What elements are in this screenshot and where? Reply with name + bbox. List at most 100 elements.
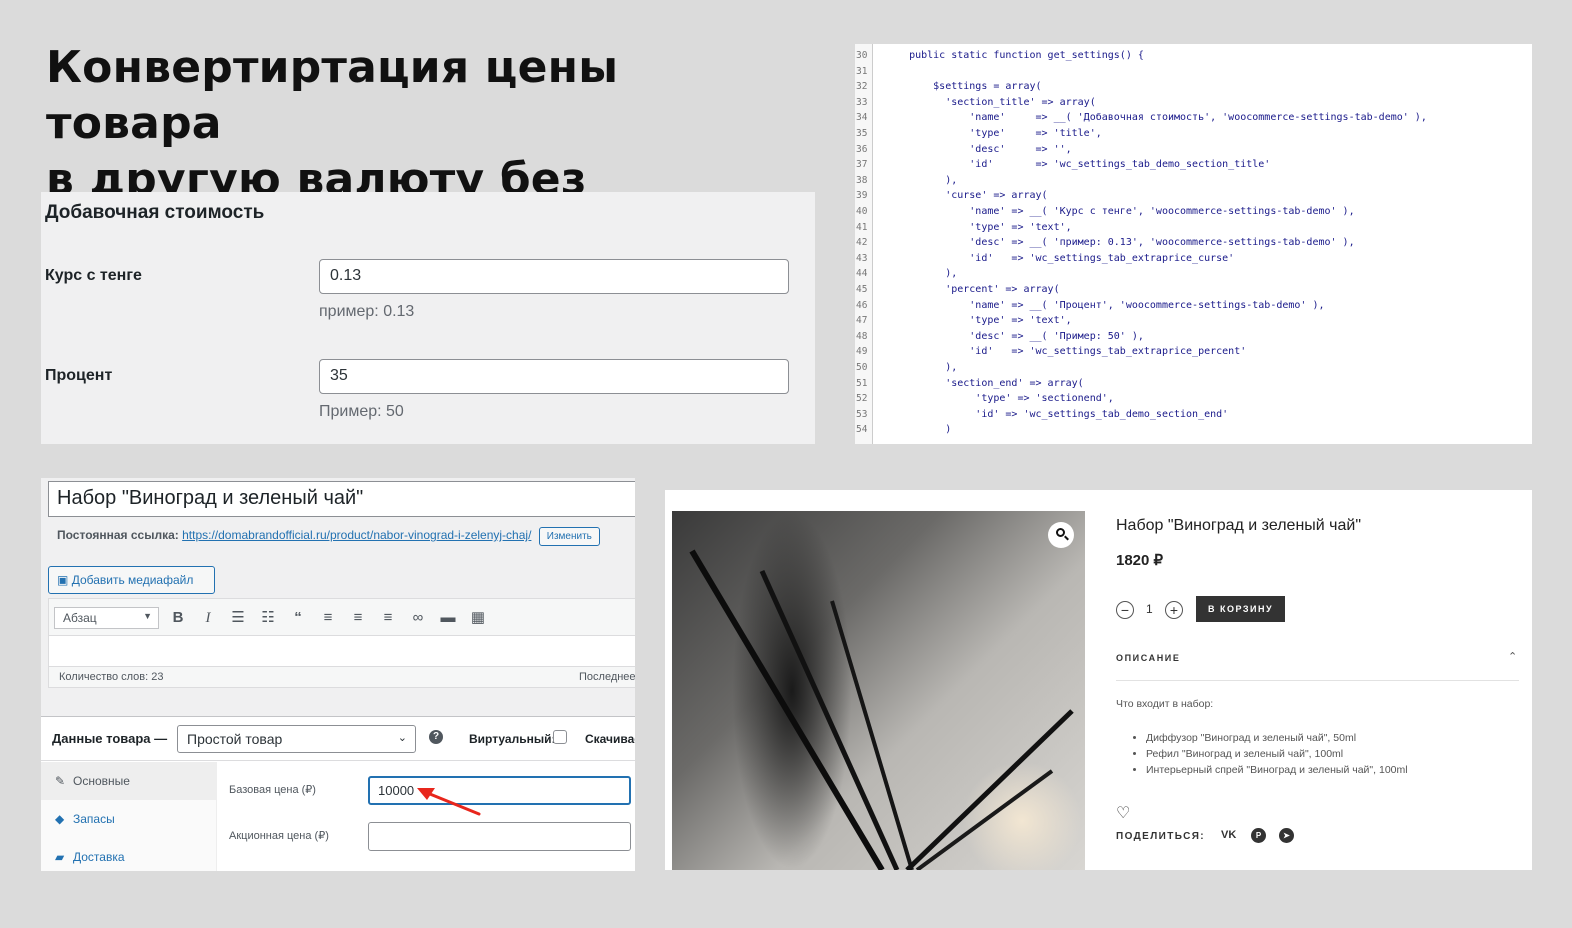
zoom-button[interactable]: [1048, 522, 1074, 548]
tab-shipping[interactable]: ▰ Доставка: [41, 838, 217, 871]
line-number: 45: [856, 284, 868, 295]
code-line: 44 ),: [855, 266, 1532, 282]
field-desc-percent: Пример: 50: [319, 403, 404, 420]
heart-icon[interactable]: ♡: [1116, 803, 1130, 823]
pinterest-icon[interactable]: P: [1251, 828, 1266, 843]
code-line: 45 'percent' => array(: [855, 282, 1532, 298]
add-media-button[interactable]: ▣ Добавить медиафайл: [48, 566, 215, 594]
code-line: 50 ),: [855, 360, 1532, 376]
minus-icon[interactable]: −: [1116, 601, 1134, 619]
permalink-edit-button[interactable]: Изменить: [538, 527, 600, 546]
code-text: 'type' => 'title',: [885, 128, 1102, 139]
line-number: 35: [856, 128, 868, 139]
field-desc-curse: пример: 0.13: [319, 303, 415, 320]
add-to-cart-button[interactable]: В КОРЗИНУ: [1196, 596, 1285, 622]
product-title-input[interactable]: Набор "Виноград и зеленый чай": [48, 481, 635, 517]
code-line: 39 'curse' => array(: [855, 188, 1532, 204]
format-select[interactable]: Абзац ▼: [54, 607, 159, 629]
code-line: 37 'id' => 'wc_settings_tab_demo_section…: [855, 157, 1532, 173]
chevron-up-icon[interactable]: ⌃: [1508, 650, 1517, 663]
line-number: 41: [856, 221, 868, 233]
description-heading[interactable]: ОПИСАНИЕ: [1116, 653, 1180, 663]
curse-input[interactable]: 0.13: [319, 259, 789, 294]
quantity-value[interactable]: 1: [1146, 602, 1153, 616]
code-line: 43 'id' => 'wc_settings_tab_extraprice_c…: [855, 251, 1532, 267]
link-icon[interactable]: ∞: [407, 607, 429, 629]
permalink-row: Постоянная ссылка: https://domabrandoffi…: [57, 527, 600, 546]
italic-icon[interactable]: I: [197, 607, 219, 629]
regular-price-input[interactable]: 10000: [368, 776, 631, 805]
field-label-curse: Курс с тенге: [45, 267, 142, 284]
store-product-price: 1820 ₽: [1116, 552, 1164, 569]
line-number: 53: [856, 408, 868, 420]
line-number: 40: [856, 206, 868, 217]
sale-price-input[interactable]: [368, 822, 631, 851]
toolbar-toggle-icon[interactable]: ▦: [467, 607, 489, 629]
numbered-list-icon[interactable]: ☷: [257, 607, 279, 629]
code-line: 52 'type' => 'sectionend',: [855, 391, 1532, 407]
tab-inventory[interactable]: ◆ Запасы: [41, 800, 217, 838]
share-label: ПОДЕЛИТЬСЯ:: [1116, 831, 1206, 842]
line-number: 38: [856, 174, 868, 186]
code-text: 'desc' => __( 'пример: 0.13', 'woocommer…: [885, 237, 1355, 249]
permalink-link[interactable]: https://domabrandofficial.ru/product/nab…: [182, 528, 531, 542]
code-line: 36 'desc' => '',: [855, 142, 1532, 158]
code-line: 53 'id' => 'wc_settings_tab_demo_section…: [855, 407, 1532, 423]
bold-icon[interactable]: B: [167, 607, 189, 629]
line-number: 37: [856, 159, 868, 171]
code-text: 'section_title' => array(: [885, 96, 1096, 108]
reed-sticks-illustration: [689, 549, 1074, 870]
settings-section-title: Добавочная стоимость: [45, 202, 265, 223]
content-editor[interactable]: [48, 636, 635, 666]
help-icon[interactable]: ?: [429, 730, 443, 744]
virtual-label: Виртуальный:: [469, 732, 556, 746]
code-line: 54 ): [855, 422, 1532, 438]
align-left-icon[interactable]: ≡: [317, 607, 339, 629]
word-count: Количество слов: 23: [59, 671, 164, 683]
field-label-percent: Процент: [45, 367, 113, 384]
code-panel: 30 public static function get_settings()…: [855, 44, 1532, 444]
read-more-icon[interactable]: ▬: [437, 607, 459, 629]
code-line: 34 'name' => __( 'Добавочная стоимость',…: [855, 110, 1532, 126]
last-edit: Последнее: [579, 671, 635, 683]
chevron-down-icon: ▼: [143, 611, 152, 621]
virtual-checkbox[interactable]: [553, 730, 567, 744]
telegram-icon[interactable]: ➤: [1279, 828, 1294, 843]
tab-general[interactable]: ✎ Основные: [41, 762, 217, 800]
align-center-icon[interactable]: ≡: [347, 607, 369, 629]
code-text: $settings = array(: [885, 81, 1042, 93]
line-number: 54: [856, 424, 868, 436]
media-icon: ▣: [57, 573, 69, 587]
tab-shipping-label: Доставка: [73, 850, 125, 864]
code-text: 'type' => 'text',: [885, 221, 1072, 233]
code-line: 47 'type' => 'text',: [855, 313, 1532, 329]
code-text: 'section_end' => array(: [885, 377, 1084, 389]
code-text: 'type' => 'sectionend',: [885, 393, 1114, 405]
downloadable-label: Скачиваемый: [585, 732, 635, 746]
line-number: 50: [856, 362, 868, 373]
editor-toolbar: Абзац ▼ B I ☰ ☷ “ ≡ ≡ ≡ ∞ ▬ ▦: [48, 598, 635, 636]
chevron-down-icon: ⌄: [397, 732, 407, 744]
product-data-tabs: ✎ Основные ◆ Запасы ▰ Доставка: [41, 762, 217, 871]
quote-icon[interactable]: “: [287, 607, 309, 629]
align-right-icon[interactable]: ≡: [377, 607, 399, 629]
code-text: 'desc' => '',: [885, 143, 1072, 155]
code-text: 'name' => __( 'Курс с тенге', 'woocommer…: [885, 206, 1355, 217]
line-number: 43: [856, 252, 868, 264]
plus-icon[interactable]: +: [1165, 601, 1183, 619]
product-type-value: Простой товар: [187, 731, 283, 747]
line-number: 44: [856, 268, 868, 280]
product-data-header: Данные товара — Простой товар ⌄ ? Виртуа…: [41, 717, 635, 761]
code-line: 48 'desc' => __( 'Пример: 50' ),: [855, 329, 1532, 345]
code-text: 'desc' => __( 'Пример: 50' ),: [885, 330, 1144, 342]
bullet-list-icon[interactable]: ☰: [227, 607, 249, 629]
vk-icon[interactable]: VK: [1221, 829, 1236, 841]
product-type-select[interactable]: Простой товар ⌄: [177, 725, 416, 753]
line-number: 39: [856, 190, 868, 202]
line-number: 34: [856, 112, 868, 124]
line-number: 32: [856, 81, 868, 93]
code-line: 40 'name' => __( 'Курс с тенге', 'woocom…: [855, 204, 1532, 220]
red-arrow-annotation: [417, 788, 481, 816]
code-text: public static function get_settings() {: [885, 50, 1144, 61]
percent-input[interactable]: 35: [319, 359, 789, 394]
